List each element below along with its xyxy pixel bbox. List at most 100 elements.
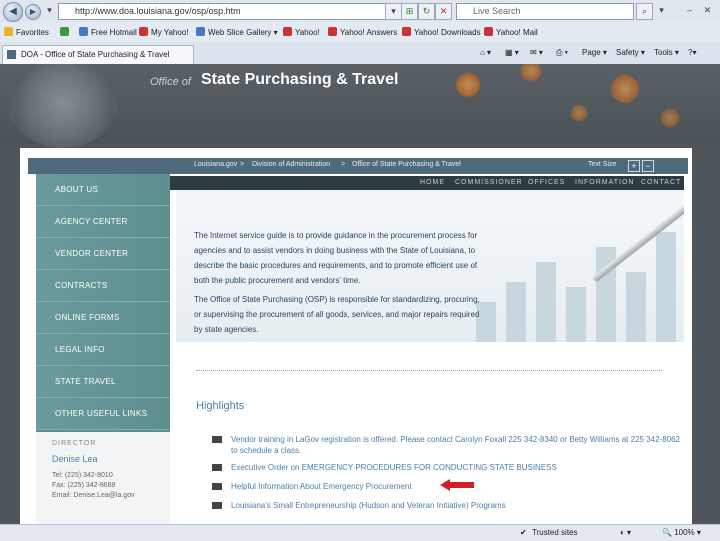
address-bar: ◀ ▶ ▾ http://www.doa.louisiana.gov/osp/o… <box>0 0 720 23</box>
nav-contact[interactable]: CONTACT <box>641 179 681 186</box>
nav-information[interactable]: INFORMATION <box>575 179 634 186</box>
forward-icon[interactable]: ▶ <box>25 4 41 20</box>
text-decrease-button[interactable]: − <box>642 160 654 172</box>
decorative-bar <box>536 262 556 342</box>
header-office-of: Office of <box>150 76 191 88</box>
favorite-link[interactable]: Yahoo! Mail <box>484 27 538 37</box>
director-email[interactable]: Email: Denise.Lea@la.gov <box>52 492 135 499</box>
sidebar: ABOUT US AGENCY CENTER VENDOR CENTER CON… <box>36 174 170 524</box>
help-icon[interactable]: ?▾ <box>688 48 696 57</box>
search-icon[interactable]: ⌕ <box>636 3 653 20</box>
decorative-orb <box>660 108 680 128</box>
director-box: DIRECTOR Denise Lea Tel: (225) 342-8010 … <box>36 432 170 524</box>
decorative-orb <box>610 74 640 104</box>
print-icon[interactable]: ⎙ ▾ <box>556 48 568 58</box>
intro-hero: The Internet service guide is to provide… <box>176 190 684 342</box>
favorite-link[interactable]: Yahoo! Answers <box>328 27 397 37</box>
favorite-link[interactable]: Yahoo! <box>283 27 320 37</box>
director-label: DIRECTOR <box>52 440 97 447</box>
text-size-controls: + − <box>626 160 654 172</box>
add-favorites-icon[interactable] <box>60 27 72 37</box>
star-icon <box>4 27 13 36</box>
bullet-arrow-icon <box>212 483 222 490</box>
feeds-icon[interactable]: ▦ ▾ <box>505 48 519 57</box>
state-seal-logo <box>8 64 118 148</box>
sidebar-item-contracts[interactable]: CONTRACTS <box>36 270 170 302</box>
decorative-bar <box>656 232 676 342</box>
favorites-button[interactable]: Favorites <box>4 27 49 37</box>
browser-tab[interactable]: DOA - Office of State Purchasing & Trave… <box>2 45 194 64</box>
breadcrumb-separator: > <box>240 161 245 168</box>
search-placeholder: Live Search <box>473 6 521 16</box>
minimize-icon[interactable]: – <box>682 3 697 18</box>
breadcrumb: Louisiana.gov > Division of Administrati… <box>28 158 688 174</box>
bullet-arrow-icon <box>212 436 222 443</box>
url-dropdown-icon[interactable]: ▾ <box>385 3 402 20</box>
home-icon[interactable]: ⌂ ▾ <box>480 48 491 57</box>
decorative-bar <box>626 272 646 342</box>
highlight-item[interactable]: Executive Order on EMERGENCY PROCEDURES … <box>212 462 682 473</box>
nav-commissioner[interactable]: COMMISSIONER <box>455 179 523 186</box>
back-icon[interactable]: ◀ <box>3 2 23 22</box>
sidebar-item-online-forms[interactable]: ONLINE FORMS <box>36 302 170 334</box>
divider <box>196 370 662 371</box>
decorative-orb <box>455 72 481 98</box>
page-title: State Purchasing & Travel <box>201 71 399 88</box>
director-name: Denise Lea <box>52 454 98 464</box>
sidebar-item-about-us[interactable]: ABOUT US <box>36 174 170 206</box>
breadcrumb-current[interactable]: Office of State Purchasing & Travel <box>352 161 461 168</box>
safety-menu[interactable]: Safety ▾ <box>616 48 645 57</box>
close-icon[interactable]: ✕ <box>700 3 715 18</box>
status-bar: ✔ Trusted sites ◐ ▾ 🔍 100% ▾ <box>0 524 720 541</box>
director-tel: Tel: (225) 342-8010 <box>52 472 113 479</box>
compat-icon[interactable]: ⊞ <box>401 3 418 20</box>
director-fax: Fax: (225) 342-8688 <box>52 482 116 489</box>
favorites-bar: Favorites Free Hotmail My Yahoo! Web Sli… <box>0 22 720 43</box>
highlights-heading: Highlights <box>196 400 245 412</box>
sidebar-item-other-useful-links[interactable]: OTHER USEFUL LINKS <box>36 398 170 430</box>
decorative-orb <box>520 64 542 82</box>
red-arrow-icon <box>440 479 474 491</box>
highlight-item[interactable]: Louisiana's Small Entrepreneurship (Huds… <box>212 500 682 511</box>
sidebar-item-vendor-center[interactable]: VENDOR CENTER <box>36 238 170 270</box>
refresh-icon[interactable]: ↻ <box>418 3 435 20</box>
page-menu[interactable]: Page ▾ <box>582 48 607 57</box>
url-field[interactable]: http://www.doa.louisiana.gov/osp/osp.htm <box>58 3 396 20</box>
bullet-arrow-icon <box>212 502 222 509</box>
decorative-bar <box>506 282 526 342</box>
text-increase-button[interactable]: + <box>628 160 640 172</box>
sidebar-item-state-travel[interactable]: STATE TRAVEL <box>36 366 170 398</box>
intro-paragraph-1: The Internet service guide is to provide… <box>194 231 478 285</box>
favorite-link[interactable]: My Yahoo! <box>139 27 189 37</box>
favorite-link[interactable]: Web Slice Gallery ▾ <box>196 27 278 37</box>
tools-menu[interactable]: Tools ▾ <box>654 48 679 57</box>
sidebar-item-legal-info[interactable]: LEGAL INFO <box>36 334 170 366</box>
breadcrumb-link[interactable]: Louisiana.gov <box>194 161 237 168</box>
protected-mode-icon[interactable]: ◐ ▾ <box>620 528 631 537</box>
highlight-item[interactable]: Vendor training in LaGov registration is… <box>212 434 682 456</box>
bullet-arrow-icon <box>212 464 222 471</box>
search-options-icon[interactable]: ▾ <box>654 3 669 18</box>
breadcrumb-link[interactable]: Division of Administration <box>252 161 330 168</box>
zone-icon: ✔ <box>520 528 527 537</box>
mail-icon[interactable]: ✉ ▾ <box>530 48 543 57</box>
text-size-label: Text Size <box>588 161 617 168</box>
search-input[interactable]: Live Search <box>456 3 634 20</box>
zoom-level[interactable]: 🔍 100% ▾ <box>662 528 701 537</box>
tab-bar: DOA - Office of State Purchasing & Trave… <box>0 42 720 65</box>
stop-icon[interactable]: ✕ <box>435 3 452 20</box>
top-navigation: HOME COMMISSIONER OFFICES INFORMATION CO… <box>170 176 684 190</box>
breadcrumb-separator: > <box>341 161 346 168</box>
url-text: http://www.doa.louisiana.gov/osp/osp.htm <box>75 6 241 16</box>
decorative-bar <box>566 287 586 342</box>
nav-offices[interactable]: OFFICES <box>528 179 565 186</box>
dropdown-icon[interactable]: ▾ <box>42 3 57 18</box>
sidebar-item-agency-center[interactable]: AGENCY CENTER <box>36 206 170 238</box>
favorite-link[interactable]: Free Hotmail <box>79 27 137 37</box>
intro-paragraph-2: The Office of State Purchasing (OSP) is … <box>194 295 480 334</box>
security-zone: Trusted sites <box>532 528 578 537</box>
page-icon <box>7 50 16 59</box>
favorite-link[interactable]: Yahoo! Downloads <box>402 27 481 37</box>
decorative-orb <box>570 104 588 122</box>
nav-home[interactable]: HOME <box>420 179 445 186</box>
